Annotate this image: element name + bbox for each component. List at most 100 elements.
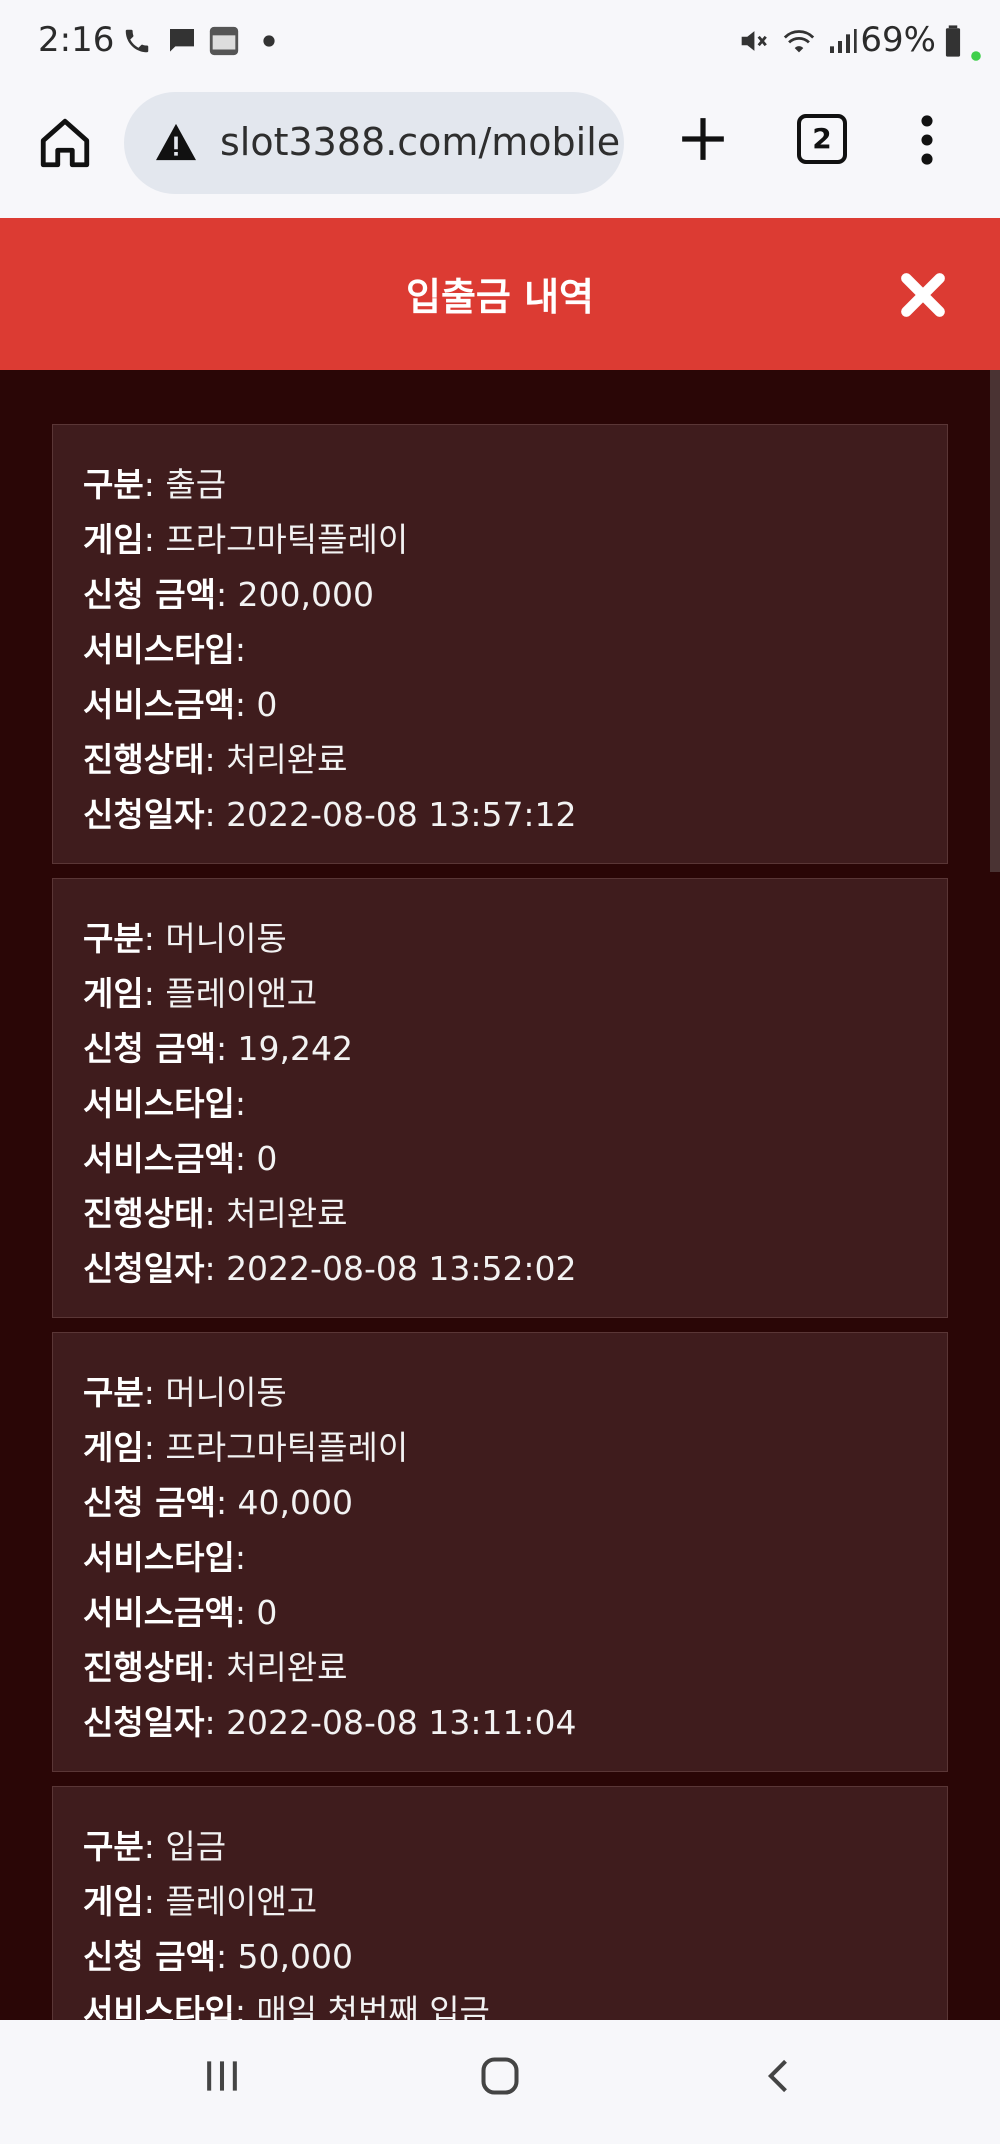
service-type-row: 서비스타입: 매일 첫번째 입금 [83, 1984, 917, 2020]
game-value: 프라그마틱플레이 [165, 520, 409, 559]
date-row: 신청일자: 2022-08-08 13:52:02 [83, 1249, 577, 1288]
type-value: 출금 [165, 465, 227, 504]
game-label: 게임 [83, 974, 144, 1013]
service-amount-label: 서비스금액 [83, 1593, 235, 1632]
type-row: 구분: 출금 [83, 465, 227, 504]
amount-label: 신청 금액 [83, 1937, 216, 1976]
game-row: 게임: 프라그마틱플레이 [83, 1428, 409, 1467]
status-value: 처리완료 [226, 1648, 348, 1687]
transaction-list[interactable]: 구분: 출금 게임: 프라그마틱플레이 신청 금액: 200,000 서비스타입… [0, 370, 1000, 2020]
charging-dot-icon [971, 51, 981, 61]
home-nav-icon[interactable] [478, 2054, 522, 2098]
status-label: 진행상태 [83, 1194, 205, 1233]
status-row: 진행상태: 처리완료 [83, 1194, 348, 1233]
more-menu-icon[interactable] [912, 114, 942, 166]
transaction-card: 구분: 머니이동 게임: 플레이앤고 신청 금액: 19,242 서비스타입: … [52, 878, 948, 1318]
amount-value: 200,000 [237, 575, 375, 614]
chat-icon [170, 29, 194, 52]
game-value: 프라그마틱플레이 [165, 1428, 409, 1467]
url-text[interactable]: slot3388.com/mobile [220, 120, 620, 164]
status-row: 진행상태: 처리완료 [83, 1648, 348, 1687]
system-nav-bar [0, 2020, 1000, 2144]
status-label: 진행상태 [83, 1648, 205, 1687]
service-amount-label: 서비스금액 [83, 1139, 235, 1178]
type-row: 구분: 머니이동 [83, 919, 287, 958]
wifi-icon [783, 30, 815, 53]
amount-value: 50,000 [237, 1937, 354, 1976]
phone-icon [125, 29, 149, 53]
service-type-value: 매일 첫번째 입금 [256, 1992, 490, 2020]
game-value: 플레이앤고 [165, 974, 318, 1013]
address-bar[interactable]: slot3388.com/mobile [124, 92, 624, 194]
amount-label: 신청 금액 [83, 1029, 216, 1068]
game-row: 게임: 프라그마틱플레이 [83, 520, 409, 559]
type-label: 구분 [83, 1373, 144, 1412]
game-value: 플레이앤고 [165, 1882, 318, 1921]
date-label: 신청일자 [83, 1249, 205, 1288]
game-row: 게임: 플레이앤고 [83, 974, 318, 1013]
amount-row: 신청 금액: 40,000 [83, 1483, 354, 1522]
game-row: 게임: 플레이앤고 [83, 1882, 318, 1921]
back-icon[interactable] [758, 2054, 802, 2098]
scrollbar[interactable] [990, 370, 1000, 872]
service-amount-label: 서비스금액 [83, 685, 235, 724]
date-label: 신청일자 [83, 795, 205, 834]
date-row: 신청일자: 2022-08-08 13:57:12 [83, 795, 577, 834]
date-value: 2022-08-08 13:52:02 [226, 1249, 577, 1288]
amount-row: 신청 금액: 50,000 [83, 1937, 354, 1976]
type-row: 구분: 입금 [83, 1827, 227, 1866]
service-type-row: 서비스타입: [83, 1084, 246, 1123]
service-type-label: 서비스타입 [83, 1084, 235, 1123]
service-amount-value: 0 [256, 685, 278, 724]
service-amount-value: 0 [256, 1593, 278, 1632]
status-bar: 2:16 69% [0, 0, 1000, 86]
service-type-label: 서비스타입 [83, 1538, 235, 1577]
new-tab-icon[interactable] [678, 114, 728, 164]
service-type-row: 서비스타입: [83, 630, 246, 669]
service-type-label: 서비스타입 [83, 630, 235, 669]
browser-toolbar: slot3388.com/mobile 2 [0, 86, 1000, 218]
signal-icon [830, 29, 857, 53]
service-amount-value: 0 [256, 1139, 278, 1178]
type-row: 구분: 머니이동 [83, 1373, 287, 1412]
transaction-card: 구분: 출금 게임: 프라그마틱플레이 신청 금액: 200,000 서비스타입… [52, 424, 948, 864]
type-value: 입금 [165, 1827, 227, 1866]
battery-icon [945, 25, 961, 57]
service-amount-row: 서비스금액: 0 [83, 1593, 278, 1632]
date-value: 2022-08-08 13:57:12 [226, 795, 577, 834]
type-label: 구분 [83, 465, 144, 504]
date-value: 2022-08-08 13:11:04 [226, 1703, 577, 1742]
transaction-card: 구분: 입금 게임: 플레이앤고 신청 금액: 50,000 서비스타입: 매일… [52, 1786, 948, 2020]
tab-switcher-button[interactable]: 2 [797, 114, 847, 164]
notification-app-icon [209, 26, 239, 56]
service-type-row: 서비스타입: [83, 1538, 246, 1577]
type-value: 머니이동 [165, 1373, 287, 1412]
amount-value: 19,242 [237, 1029, 354, 1068]
warning-icon[interactable] [154, 122, 198, 162]
home-icon[interactable] [36, 114, 94, 172]
dot-icon [263, 35, 275, 47]
modal-title: 입출금 내역 [405, 275, 595, 319]
service-amount-row: 서비스금액: 0 [83, 1139, 278, 1178]
type-value: 머니이동 [165, 919, 287, 958]
transaction-card: 구분: 머니이동 게임: 프라그마틱플레이 신청 금액: 40,000 서비스타… [52, 1332, 948, 1772]
status-time: 2:16 [38, 20, 115, 60]
date-row: 신청일자: 2022-08-08 13:11:04 [83, 1703, 577, 1742]
type-label: 구분 [83, 919, 144, 958]
game-label: 게임 [83, 1428, 144, 1467]
modal-header: 입출금 내역 [0, 218, 1000, 370]
service-amount-row: 서비스금액: 0 [83, 685, 278, 724]
close-icon[interactable] [898, 270, 948, 320]
amount-row: 신청 금액: 19,242 [83, 1029, 354, 1068]
status-value: 처리완료 [226, 1194, 348, 1233]
status-label: 진행상태 [83, 740, 205, 779]
date-label: 신청일자 [83, 1703, 205, 1742]
game-label: 게임 [83, 520, 144, 559]
amount-label: 신청 금액 [83, 575, 216, 614]
status-row: 진행상태: 처리완료 [83, 740, 348, 779]
game-label: 게임 [83, 1882, 144, 1921]
type-label: 구분 [83, 1827, 144, 1866]
amount-value: 40,000 [237, 1483, 354, 1522]
service-type-label: 서비스타입 [83, 1992, 235, 2020]
recent-apps-icon[interactable] [200, 2054, 244, 2098]
